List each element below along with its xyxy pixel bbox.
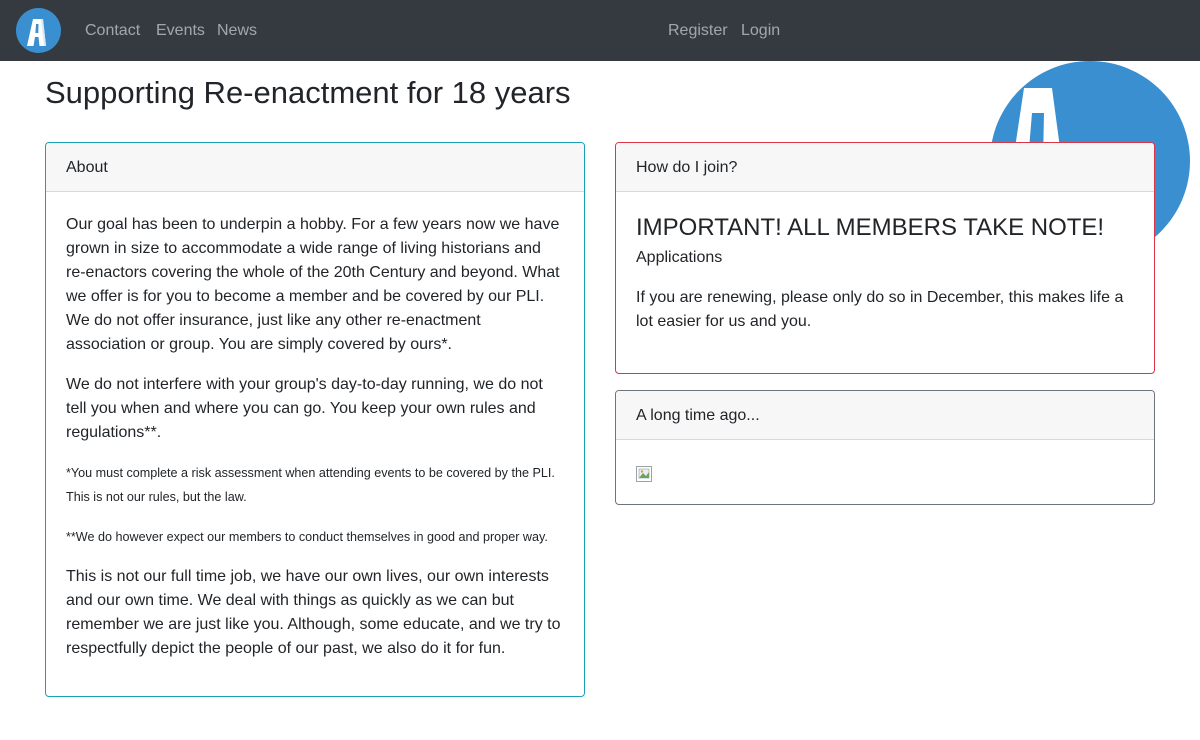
long-time-ago-header: A long time ago... [616, 391, 1154, 440]
join-subtitle: Applications [636, 249, 723, 266]
long-time-ago-body [616, 440, 1154, 502]
about-footnote: **We do however expect our members to co… [66, 530, 548, 544]
join-text: If you are renewing, please only do so i… [636, 289, 1124, 330]
about-paragraph: Our goal has been to underpin a hobby. F… [66, 216, 560, 353]
site-logo-icon[interactable] [16, 8, 61, 53]
join-card-header: How do I join? [616, 143, 1154, 192]
long-time-ago-card: A long time ago... [615, 390, 1155, 505]
nav-login[interactable]: Login [741, 20, 780, 42]
broken-image-icon [636, 466, 652, 482]
about-footnote: *You must complete a risk assessment whe… [66, 466, 555, 504]
page-title: Supporting Re-enactment for 18 years [45, 75, 571, 110]
join-card-body: IMPORTANT! ALL MEMBERS TAKE NOTE! Applic… [616, 192, 1154, 354]
nav-news[interactable]: News [217, 20, 257, 42]
nav-contact[interactable]: Contact [85, 20, 140, 42]
join-card: How do I join? IMPORTANT! ALL MEMBERS TA… [615, 142, 1155, 374]
about-paragraph: This is not our full time job, we have o… [66, 568, 561, 657]
nav-register[interactable]: Register [668, 20, 728, 42]
about-card-body: Our goal has been to underpin a hobby. F… [46, 192, 584, 696]
nav-events[interactable]: Events [156, 20, 205, 42]
about-card: About Our goal has been to underpin a ho… [45, 142, 585, 697]
about-paragraph: We do not interfere with your group's da… [66, 376, 543, 441]
join-important-title: IMPORTANT! ALL MEMBERS TAKE NOTE! [636, 214, 1105, 241]
top-navbar: Contact Events News Register Login [0, 0, 1200, 61]
about-card-header: About [46, 143, 584, 192]
